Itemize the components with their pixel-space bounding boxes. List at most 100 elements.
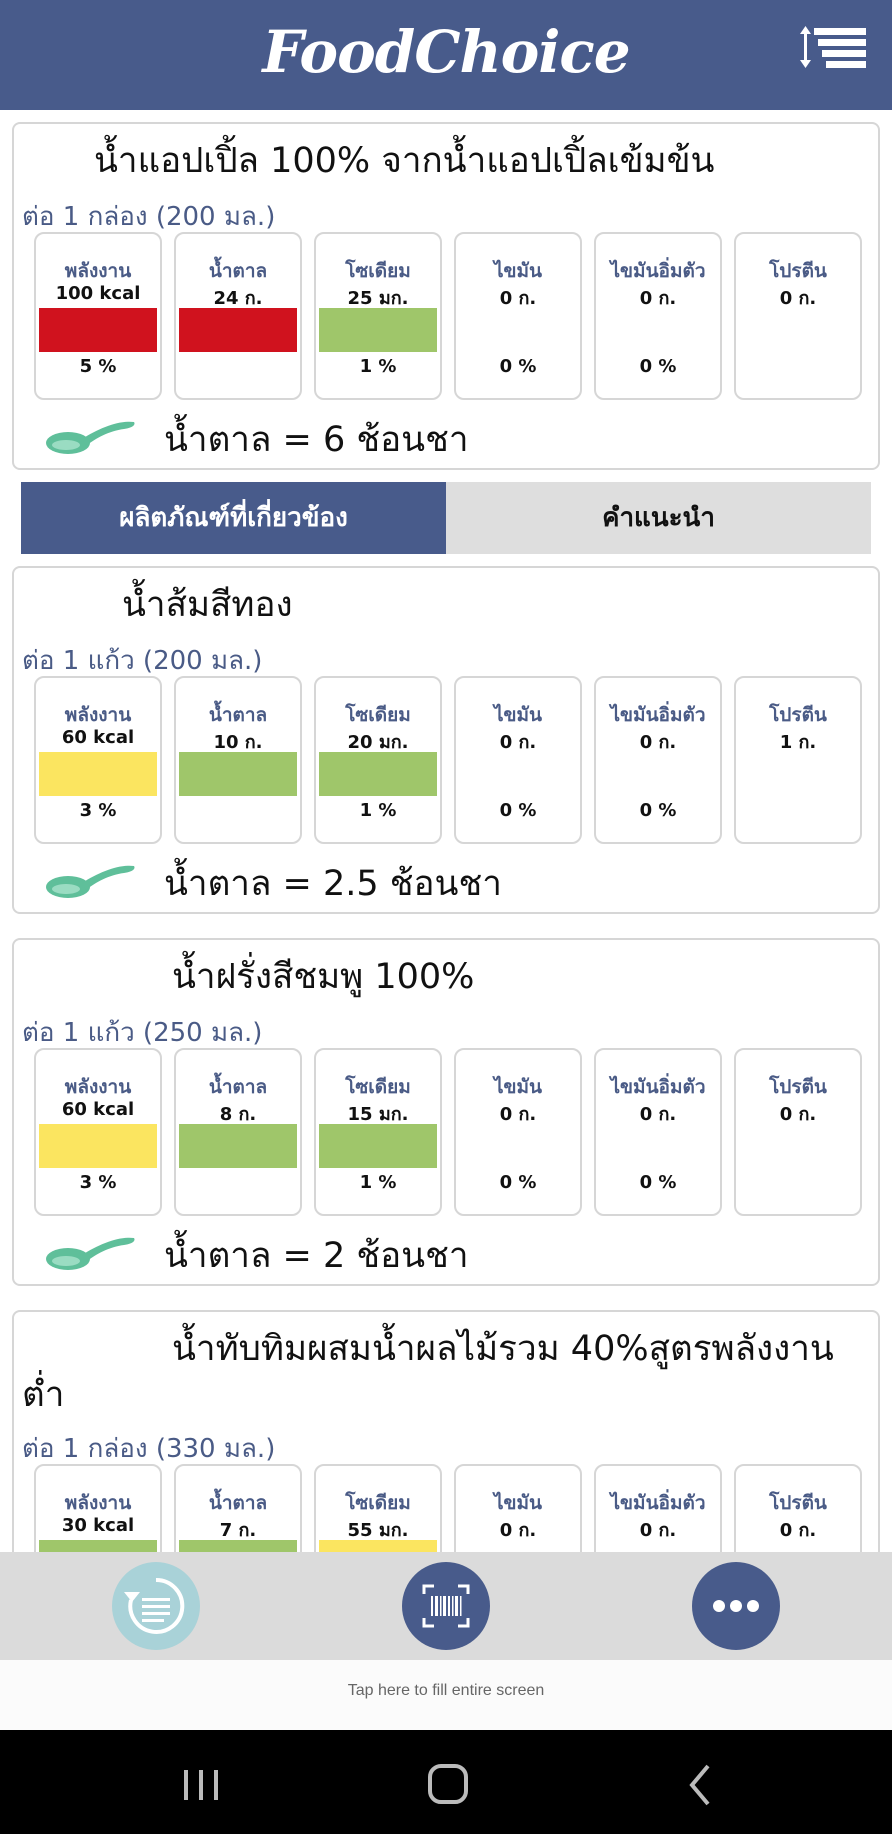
nutrient-box-sodium: โซเดียม 20 มก. 1 % bbox=[314, 676, 442, 844]
product-card[interactable]: น้ำทับทิมผสมน้ำผลไม้รวม 40%สูตรพลังงานต่… bbox=[12, 1310, 880, 1552]
nutrient-label: โปรตีน bbox=[769, 260, 827, 282]
nutrient-amount: 0 ก. bbox=[639, 288, 677, 309]
serving-size: ต่อ 1 กล่อง (200 มล.) bbox=[22, 202, 276, 232]
history-button[interactable] bbox=[112, 1562, 200, 1650]
product-card[interactable]: น้ำแอปเปิ้ล 100% จากน้ำแอปเปิ้ลเข้มข้น ต… bbox=[12, 122, 880, 470]
nutrient-label: โซเดียม bbox=[345, 1076, 411, 1098]
nutrient-amount: 0 ก. bbox=[499, 288, 537, 309]
nutrient-level-bar bbox=[179, 308, 297, 352]
sort-list-icon[interactable] bbox=[800, 26, 866, 70]
app-header: FoodChoice bbox=[0, 0, 892, 110]
product-name: น้ำแอปเปิ้ล 100% จากน้ำแอปเปิ้ลเข้มข้น bbox=[94, 141, 715, 181]
nutrient-amount: 0 ก. bbox=[499, 1104, 537, 1125]
tab-related-products[interactable]: ผลิตภัณฑ์ที่เกี่ยวข้อง bbox=[21, 482, 446, 554]
nutrient-label: น้ำตาล bbox=[208, 1076, 268, 1098]
nutrient-amount: 0 ก. bbox=[499, 1520, 537, 1541]
nutrient-label: น้ำตาล bbox=[208, 260, 268, 282]
nutrient-box-fat: ไขมัน 0 ก. 0 % bbox=[454, 232, 582, 400]
nutrient-box-saturated-fat: ไขมันอิ่มตัว 0 ก. 0 % bbox=[594, 676, 722, 844]
more-icon bbox=[713, 1600, 759, 1612]
nutrient-box-sodium: โซเดียม 25 มก. 1 % bbox=[314, 232, 442, 400]
sugar-teaspoons-text: น้ำตาล = 2.5 ช้อนชา bbox=[164, 864, 502, 904]
nutrient-box-sugar: น้ำตาล 24 ก. bbox=[174, 232, 302, 400]
nutrient-label: โซเดียม bbox=[345, 704, 411, 726]
nutrient-box-sugar: น้ำตาล 7 ก. bbox=[174, 1464, 302, 1552]
serving-size: ต่อ 1 แก้ว (250 มล.) bbox=[22, 1018, 263, 1048]
nutrient-label: พลังงาน bbox=[64, 260, 132, 282]
sugar-teaspoons-text: น้ำตาล = 2 ช้อนชา bbox=[164, 1236, 469, 1276]
app-title: FoodChoice bbox=[262, 18, 630, 86]
nutrient-amount: 100 kcal bbox=[55, 283, 141, 304]
spoon-icon bbox=[46, 1237, 135, 1270]
nutrient-label: น้ำตาล bbox=[208, 704, 268, 726]
nutrient-percent: 1 % bbox=[359, 800, 397, 821]
nutrient-level-bar bbox=[179, 1540, 297, 1552]
nutrient-box-energy: พลังงาน 30 kcal bbox=[34, 1464, 162, 1552]
nutrient-level-bar bbox=[179, 752, 297, 796]
nutrient-amount: 0 ก. bbox=[779, 1104, 817, 1125]
history-icon bbox=[124, 1577, 185, 1634]
product-name: น้ำทับทิมผสมน้ำผลไม้รวม 40%สูตรพลังงานต่… bbox=[22, 1329, 834, 1415]
nutrient-box-energy: พลังงาน 100 kcal 5 % bbox=[34, 232, 162, 400]
nutrient-level-bar bbox=[319, 1540, 437, 1552]
tab-bar: ผลิตภัณฑ์ที่เกี่ยวข้อง คำแนะนำ bbox=[21, 482, 871, 554]
nutrient-amount: 1 ก. bbox=[779, 732, 817, 753]
nutrient-label: พลังงาน bbox=[64, 1076, 132, 1098]
nutrient-box-saturated-fat: ไขมันอิ่มตัว 0 ก. bbox=[594, 1464, 722, 1552]
nutrient-box-sodium: โซเดียม 55 มก. bbox=[314, 1464, 442, 1552]
nutrient-row: พลังงาน 30 kcal น้ำตาล 7 ก. โซเดียม 55 ม… bbox=[34, 1464, 864, 1552]
nutrient-percent: 0 % bbox=[499, 356, 537, 377]
nutrient-level-bar bbox=[39, 752, 157, 796]
ad-banner[interactable]: Tap here to fill entire screen bbox=[0, 1660, 892, 1730]
nutrient-percent: 3 % bbox=[79, 800, 117, 821]
nutrient-label: โซเดียม bbox=[345, 1492, 411, 1514]
back-icon[interactable] bbox=[670, 1760, 730, 1810]
nutrient-percent: 1 % bbox=[359, 1172, 397, 1193]
tab-advice[interactable]: คำแนะนำ bbox=[446, 482, 871, 554]
nutrient-percent: 0 % bbox=[499, 800, 537, 821]
system-nav-bar bbox=[0, 1730, 892, 1834]
content-scroll[interactable]: น้ำแอปเปิ้ล 100% จากน้ำแอปเปิ้ลเข้มข้น ต… bbox=[0, 110, 892, 1552]
nutrient-box-saturated-fat: ไขมันอิ่มตัว 0 ก. 0 % bbox=[594, 1048, 722, 1216]
nutrient-level-bar bbox=[179, 1124, 297, 1168]
nutrient-box-protein: โปรตีน 0 ก. bbox=[734, 232, 862, 400]
spoon-icon bbox=[46, 421, 135, 454]
nutrient-label: ไขมันอิ่มตัว bbox=[610, 1492, 706, 1514]
nutrient-label: ไขมัน bbox=[493, 1076, 543, 1098]
nutrient-box-sugar: น้ำตาล 8 ก. bbox=[174, 1048, 302, 1216]
nutrient-box-protein: โปรตีน 0 ก. bbox=[734, 1464, 862, 1552]
nutrient-box-fat: ไขมัน 0 ก. bbox=[454, 1464, 582, 1552]
nutrient-level-bar bbox=[39, 1540, 157, 1552]
barcode-scan-button[interactable] bbox=[402, 1562, 490, 1650]
nutrient-label: โปรตีน bbox=[769, 704, 827, 726]
nutrient-box-energy: พลังงาน 60 kcal 3 % bbox=[34, 676, 162, 844]
nutrient-level-bar bbox=[39, 308, 157, 352]
nutrient-amount: 60 kcal bbox=[61, 1099, 135, 1120]
nutrient-percent: 0 % bbox=[639, 800, 677, 821]
nutrient-label: โซเดียม bbox=[345, 260, 411, 282]
nutrient-box-protein: โปรตีน 1 ก. bbox=[734, 676, 862, 844]
nutrient-amount: 0 ก. bbox=[639, 732, 677, 753]
nutrient-percent: 3 % bbox=[79, 1172, 117, 1193]
nutrient-box-energy: พลังงาน 60 kcal 3 % bbox=[34, 1048, 162, 1216]
more-button[interactable] bbox=[692, 1562, 780, 1650]
nutrient-label: ไขมัน bbox=[493, 260, 543, 282]
product-card[interactable]: น้ำส้มสีทอง ต่อ 1 แก้ว (200 มล.) พลังงาน… bbox=[12, 566, 880, 914]
product-name: น้ำส้มสีทอง bbox=[122, 585, 293, 625]
serving-size: ต่อ 1 แก้ว (200 มล.) bbox=[22, 646, 263, 676]
nutrient-label: น้ำตาล bbox=[208, 1492, 268, 1514]
nutrient-amount: 0 ก. bbox=[499, 732, 537, 753]
nutrient-label: ไขมัน bbox=[493, 704, 543, 726]
nutrient-level-bar bbox=[39, 1124, 157, 1168]
nutrient-amount: 0 ก. bbox=[639, 1104, 677, 1125]
product-card[interactable]: น้ำฝรั่งสีชมพู 100% ต่อ 1 แก้ว (250 มล.)… bbox=[12, 938, 880, 1286]
barcode-scan-icon bbox=[422, 1584, 470, 1628]
recent-apps-icon[interactable] bbox=[171, 1760, 231, 1810]
nutrient-level-bar bbox=[319, 1124, 437, 1168]
nutrient-row: พลังงาน 60 kcal 3 % น้ำตาล 10 ก. โซเดียม… bbox=[34, 676, 864, 844]
product-name: น้ำฝรั่งสีชมพู 100% bbox=[172, 957, 475, 997]
nutrient-label: พลังงาน bbox=[64, 704, 132, 726]
home-icon[interactable] bbox=[418, 1760, 478, 1810]
nutrient-label: ไขมันอิ่มตัว bbox=[610, 260, 706, 282]
nutrient-percent: 5 % bbox=[79, 356, 117, 377]
